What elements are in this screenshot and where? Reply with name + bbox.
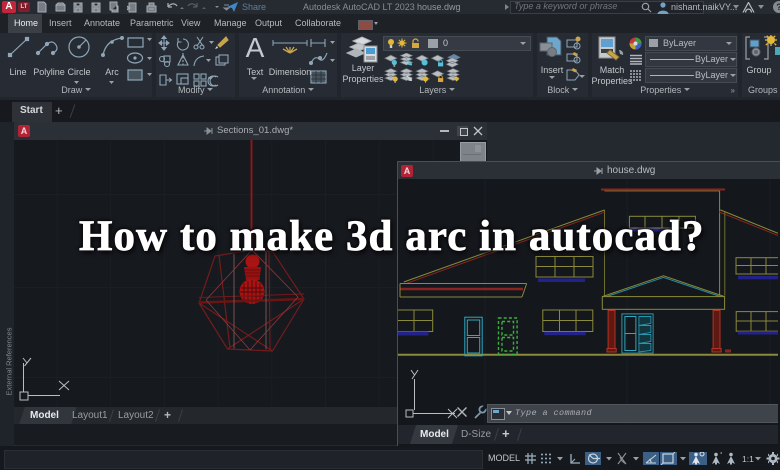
svg-text:1:1: 1:1 xyxy=(742,454,754,464)
